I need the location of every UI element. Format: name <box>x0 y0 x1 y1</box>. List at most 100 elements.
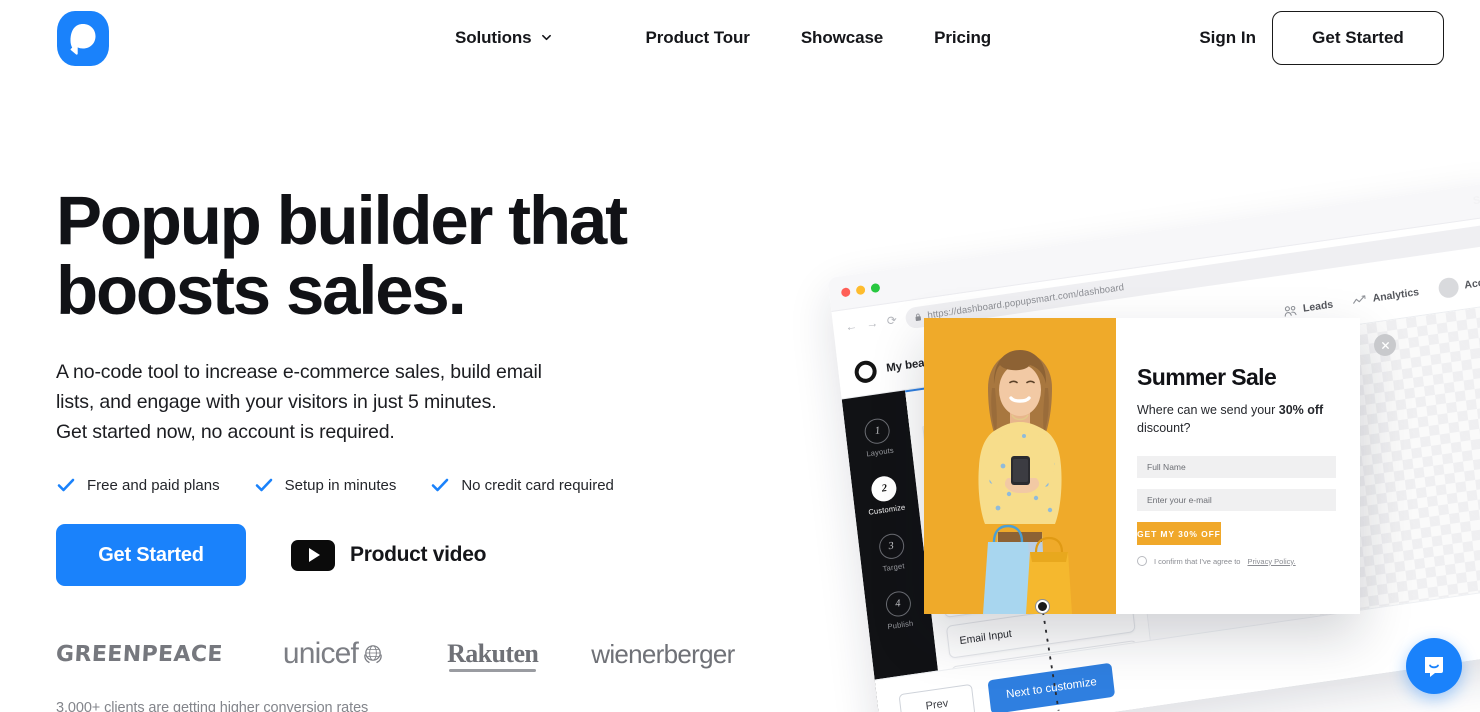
woman-with-shopping-bags-illustration <box>924 318 1116 614</box>
play-icon <box>291 539 335 571</box>
popup-email-input[interactable]: Enter your e-mail <box>1137 489 1336 511</box>
step-label: Target <box>882 561 906 574</box>
popup-preview-card: Summer Sale Where can we send your 30% o… <box>924 318 1396 614</box>
chevron-down-icon <box>541 32 552 43</box>
next-label: Next to customize <box>1005 675 1098 701</box>
nav-item-showcase[interactable]: Showcase <box>801 28 883 48</box>
popup-email-placeholder: Enter your e-mail <box>1147 495 1212 505</box>
popup-form: Summer Sale Where can we send your 30% o… <box>1116 318 1396 614</box>
step-label: Layouts <box>865 445 895 459</box>
prev-button[interactable]: Prev <box>898 683 976 712</box>
logo-rakuten: Rakuten <box>447 639 539 672</box>
hero-subtitle: A no-code tool to increase e-commerce sa… <box>56 361 542 443</box>
step-number: 3 <box>877 532 906 561</box>
step-publish[interactable]: 4 Publish <box>884 589 914 632</box>
topnav-label: Leads <box>1302 297 1334 315</box>
logo-glyph-icon <box>70 23 96 55</box>
reload-icon[interactable]: ⟳ <box>886 313 898 328</box>
window-controls <box>840 282 881 298</box>
feature-label: No credit card required <box>461 476 614 494</box>
feature-label: Free and paid plans <box>87 476 220 494</box>
popup-name-placeholder: Full Name <box>1147 462 1186 472</box>
feature-label: Setup in minutes <box>284 476 397 494</box>
step-target[interactable]: 3 Target <box>877 532 906 573</box>
step-customize[interactable]: 2 Customize <box>865 474 906 517</box>
popup-description-highlight: 30% off <box>1278 403 1324 417</box>
popupsmart-logo[interactable] <box>56 10 110 66</box>
analytics-icon <box>1352 293 1367 307</box>
topnav-label: Account <box>1463 273 1480 291</box>
forward-icon[interactable]: → <box>865 316 879 332</box>
logo-unicef-label: unicef <box>282 637 359 670</box>
step-label: Publish <box>887 618 914 632</box>
chat-launcher-button[interactable] <box>1406 638 1462 694</box>
popup-consent-row: I confirm that I've agree to Privacy Pol… <box>1137 556 1336 566</box>
popup-submit-button[interactable]: GET MY 30% OFF <box>1137 522 1221 545</box>
avatar <box>1437 275 1460 299</box>
minimize-window-icon[interactable] <box>855 285 866 296</box>
nav-item-label: Product Tour <box>645 28 750 47</box>
nav-item-label: Showcase <box>800 28 884 47</box>
topnav-item-account[interactable]: Account <box>1437 269 1480 299</box>
site-header: Solutions Product Tour Showcase Pricing … <box>0 0 1480 76</box>
sign-in-label: Sign In <box>1199 28 1256 47</box>
sign-in-link[interactable]: Sign In <box>1199 0 1256 76</box>
nav-item-pricing[interactable]: Pricing <box>934 28 991 48</box>
topnav-label: Analytics <box>1371 285 1420 305</box>
logo-unicef: unicef <box>283 637 386 671</box>
client-logos: GREENPEACE unicef Rakuten wienerberger <box>55 637 735 672</box>
check-icon <box>430 475 450 495</box>
header-get-started-label: Get Started <box>1312 28 1404 47</box>
maximize-window-icon[interactable] <box>870 282 881 294</box>
header-get-started-button[interactable]: Get Started <box>1272 11 1444 65</box>
clients-note: 3.000+ clients are getting higher conver… <box>56 700 369 712</box>
lock-icon <box>914 312 922 322</box>
popup-description-post: discount? <box>1137 421 1191 435</box>
feature-item-no-credit-card: No credit card required <box>430 475 614 495</box>
nav-item-product-tour[interactable]: Product Tour <box>646 28 750 48</box>
prev-label: Prev <box>925 696 949 712</box>
popup-headline: Summer Sale <box>1137 364 1277 390</box>
hero-cta-row: Get Started Product video <box>56 524 716 586</box>
nav-item-label: Pricing <box>934 28 992 47</box>
hero-get-started-button[interactable]: Get Started <box>56 524 246 586</box>
nav-item-solutions[interactable]: Solutions <box>455 28 552 48</box>
feature-item-free-paid-plans: Free and paid plans <box>56 475 220 495</box>
topnav-item-analytics[interactable]: Analytics <box>1352 285 1420 307</box>
popupsmart-logo-icon <box>57 10 109 66</box>
popup-description: Where can we send your 30% off discount? <box>1137 401 1336 437</box>
step-number: 1 <box>863 416 892 446</box>
app-logo-icon <box>853 358 878 384</box>
hero-get-started-label: Get Started <box>98 543 204 566</box>
step-layouts[interactable]: 1 Layouts <box>862 416 895 459</box>
step-number: 2 <box>870 474 899 503</box>
popup-name-input[interactable]: Full Name <box>1137 456 1336 478</box>
privacy-policy-link[interactable]: Privacy Policy. <box>1247 557 1295 566</box>
popup-description-pre: Where can we send your <box>1137 403 1279 417</box>
chat-bubble-icon <box>1425 657 1443 677</box>
back-icon[interactable]: ← <box>844 319 858 335</box>
leads-icon <box>1283 303 1298 317</box>
logo-wienerberger: wienerberger <box>591 638 735 669</box>
consent-checkbox[interactable] <box>1137 556 1147 566</box>
product-video-label: Product video <box>350 543 487 566</box>
resize-handle[interactable] <box>1036 600 1049 613</box>
topnav-item-leads[interactable]: Leads <box>1283 298 1334 317</box>
step-label: Customize <box>867 502 906 517</box>
close-window-icon[interactable] <box>840 287 851 298</box>
nav-item-label: Solutions <box>455 28 532 47</box>
globe-icon <box>360 641 386 667</box>
hero-feature-list: Free and paid plans Setup in minutes No … <box>56 475 716 495</box>
panel-item-label: Email Input <box>958 627 1013 647</box>
logo-greenpeace: GREENPEACE <box>55 641 224 667</box>
check-icon <box>56 475 76 495</box>
hero-content: Popup builder that boosts sales. A no-co… <box>55 182 735 712</box>
step-number: 4 <box>884 589 912 619</box>
page-title: Popup builder that boosts sales. <box>56 182 628 329</box>
close-icon[interactable] <box>1374 334 1396 356</box>
consent-text: I confirm that I've agree to <box>1154 556 1241 566</box>
product-video-link[interactable]: Product video <box>291 539 487 571</box>
popup-submit-label: GET MY 30% OFF <box>1137 528 1221 539</box>
check-icon <box>254 475 274 495</box>
popup-image <box>924 318 1116 614</box>
